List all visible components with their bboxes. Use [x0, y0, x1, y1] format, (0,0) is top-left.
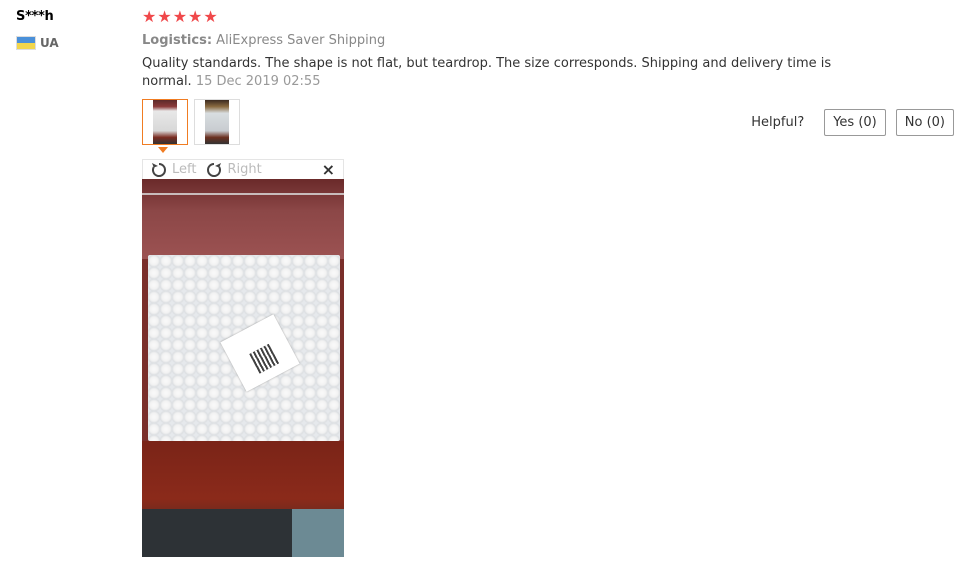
selected-caret-icon: [158, 147, 168, 153]
star-icon: ★: [172, 7, 188, 26]
rotate-right-icon: [207, 162, 222, 177]
photo-thumbnail-1[interactable]: [142, 99, 188, 145]
photo-viewer-toolbar: Left Right ×: [142, 159, 344, 179]
reviewer-name: S***h: [16, 9, 54, 24]
helpful-no-button[interactable]: No (0): [895, 109, 954, 136]
rotate-right-button[interactable]: Right: [206, 162, 262, 178]
thumbnail-image: [153, 100, 177, 144]
logistics-value: AliExpress Saver Shipping: [216, 33, 386, 48]
reviewer-country: UA: [16, 36, 126, 50]
helpful-yes-button[interactable]: Yes (0): [824, 109, 886, 136]
star-icon: ★: [142, 7, 157, 26]
thumbnail-image: [205, 100, 229, 144]
rotate-right-label: Right: [227, 162, 262, 177]
qr-code-icon: [249, 343, 280, 374]
star-icon: ★: [157, 7, 172, 26]
rotate-left-button[interactable]: Left: [151, 162, 196, 178]
reviewer-info: S***h UA: [16, 9, 126, 50]
helpful-vote: Helpful? Yes (0) No (0): [751, 109, 954, 136]
star-icon: ★: [188, 7, 203, 26]
photo-thumbnail-2[interactable]: [194, 99, 240, 145]
ukraine-flag-icon: [16, 36, 36, 50]
logistics-label: Logistics:: [142, 33, 213, 48]
close-viewer-button[interactable]: ×: [322, 160, 335, 179]
helpful-label: Helpful?: [751, 115, 805, 130]
rotate-left-icon: [152, 162, 166, 177]
star-rating: ★ ★ ★ ★ ★: [142, 8, 952, 26]
review-text: Quality standards. The shape is not flat…: [142, 55, 872, 91]
star-icon: ★: [203, 7, 218, 26]
rotate-left-label: Left: [172, 162, 197, 177]
review-photo: [142, 179, 344, 557]
country-code: UA: [40, 36, 59, 50]
review-date: 15 Dec 2019 02:55: [195, 74, 321, 89]
logistics-info: Logistics: AliExpress Saver Shipping: [142, 33, 952, 48]
photo-viewer: Left Right ×: [142, 159, 344, 557]
